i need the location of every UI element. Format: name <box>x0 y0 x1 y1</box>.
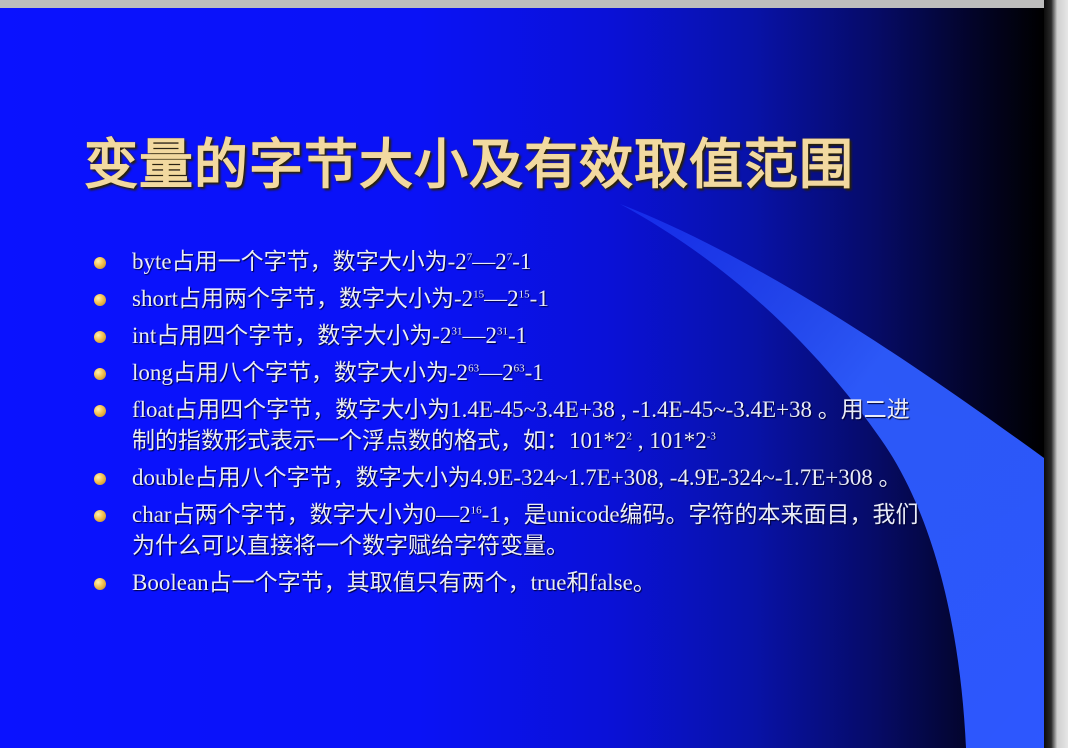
bullet-dot-icon <box>94 578 106 590</box>
bullet-text: —2 <box>462 323 497 348</box>
exponent: 15 <box>518 288 530 301</box>
bullet-text: —2 <box>484 286 519 311</box>
bullet-text: -1 <box>512 249 532 274</box>
bullet-text: -1 <box>524 360 544 385</box>
bullet-text: int占用四个字节，数字大小为-2 <box>132 323 452 348</box>
bullet-item: double占用八个字节，数字大小为4.9E-324~1.7E+308, -4.… <box>92 462 922 493</box>
exponent: 16 <box>470 504 482 517</box>
bullet-text: —2 <box>472 249 507 274</box>
bullet-text: Boolean占一个字节，其取值只有两个，true和false。 <box>132 570 656 595</box>
exponent: 63 <box>468 362 480 375</box>
bullet-text: short占用两个字节，数字大小为-2 <box>132 286 474 311</box>
bullet-text: char占两个字节，数字大小为0—2 <box>132 502 471 527</box>
bullet-item: float占用四个字节，数字大小为1.4E-45~3.4E+38 , -1.4E… <box>92 394 922 456</box>
bullet-item: Boolean占一个字节，其取值只有两个，true和false。 <box>92 567 922 598</box>
bullet-text: -1 <box>529 286 549 311</box>
bullet-dot-icon <box>94 368 106 380</box>
bullet-item: long占用八个字节，数字大小为-263—263-1 <box>92 357 922 388</box>
bullet-text: -1 <box>507 323 528 348</box>
exponent: 31 <box>496 325 508 338</box>
bullet-item: byte占用一个字节，数字大小为-27—27-1 <box>92 246 922 277</box>
bullet-item: char占两个字节，数字大小为0—216-1，是unicode编码。字符的本来面… <box>92 499 922 561</box>
bullet-dot-icon <box>94 294 106 306</box>
bullet-item: short占用两个字节，数字大小为-215—215-1 <box>92 283 922 314</box>
slide: 变量的字节大小及有效取值范围 byte占用一个字节，数字大小为-27—27-1 s… <box>0 8 1044 748</box>
exponent: -3 <box>706 430 716 443</box>
bullet-dot-icon <box>94 473 106 485</box>
bullet-list: byte占用一个字节，数字大小为-27—27-1 short占用两个字节，数字大小… <box>92 246 922 604</box>
bullet-text: float占用四个字节，数字大小为1.4E-45~3.4E+38 , -1.4E… <box>132 397 910 453</box>
bullet-text: byte占用一个字节，数字大小为-2 <box>132 249 467 274</box>
bullet-dot-icon <box>94 405 106 417</box>
bullet-text: long占用八个字节，数字大小为-2 <box>132 360 469 385</box>
exponent: 15 <box>473 288 485 301</box>
exponent: 31 <box>451 325 463 338</box>
bullet-text: , 101*2 <box>632 428 707 453</box>
window-edge <box>1044 0 1068 748</box>
exponent: 63 <box>513 362 525 375</box>
presentation-window: 变量的字节大小及有效取值范围 byte占用一个字节，数字大小为-27—27-1 s… <box>0 0 1068 748</box>
bullet-text: double占用八个字节，数字大小为4.9E-324~1.7E+308, -4.… <box>132 465 902 490</box>
bullet-item: int占用四个字节，数字大小为-231—231-1 <box>92 320 922 351</box>
bullet-dot-icon <box>94 331 106 343</box>
bullet-dot-icon <box>94 257 106 269</box>
slide-title: 变量的字节大小及有效取值范围 <box>84 132 854 196</box>
bullet-text: —2 <box>479 360 514 385</box>
bullet-dot-icon <box>94 510 106 522</box>
